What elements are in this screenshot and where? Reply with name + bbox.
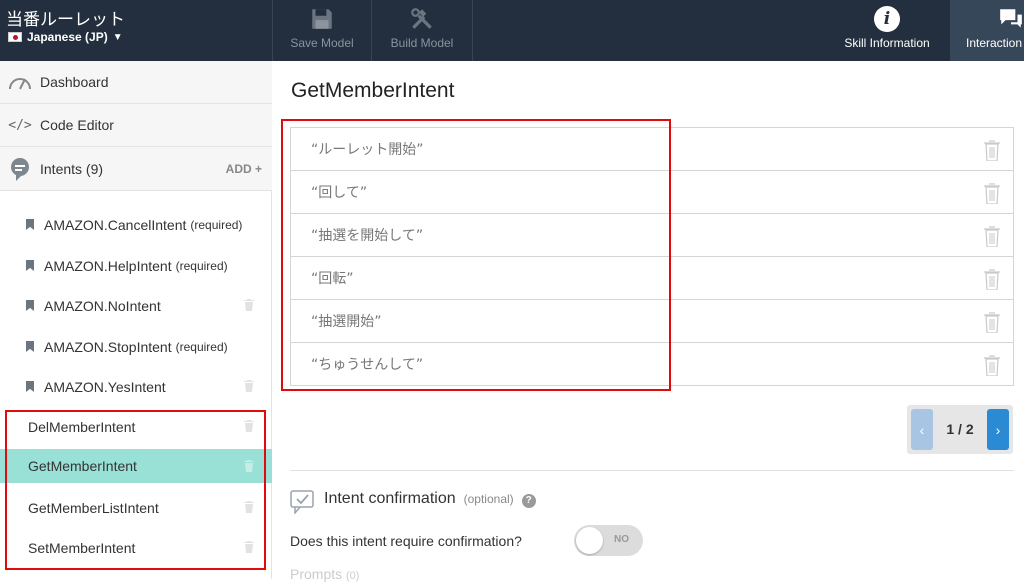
trash-icon[interactable] bbox=[983, 139, 1001, 161]
page-indicator: 1 / 2 bbox=[946, 421, 974, 437]
intent-label: AMAZON.NoIntent bbox=[44, 297, 161, 314]
highlight-box-intents bbox=[5, 410, 266, 570]
intent-label: AMAZON.YesIntent bbox=[44, 378, 166, 395]
japan-flag-icon bbox=[8, 32, 22, 42]
sidebar-item-intent[interactable]: AMAZON.CancelIntent (required) bbox=[0, 206, 272, 243]
sidebar-item-intent[interactable]: AMAZON.YesIntent bbox=[0, 368, 272, 405]
page-title: GetMemberIntent bbox=[291, 79, 455, 102]
save-icon bbox=[312, 9, 332, 29]
skill-information-button[interactable]: i Skill Information bbox=[836, 0, 938, 61]
gauge-icon bbox=[6, 74, 34, 90]
build-model-label: Build Model bbox=[390, 36, 454, 50]
prompts-label: Prompts bbox=[290, 566, 343, 582]
intent-required-tag: (required) bbox=[190, 217, 243, 232]
add-intent-button[interactable]: ADD + bbox=[226, 162, 262, 176]
intent-label: AMAZON.HelpIntent bbox=[44, 257, 172, 274]
app-title: 当番ルーレット bbox=[6, 10, 125, 30]
confirmation-check-icon bbox=[290, 490, 314, 514]
trash-icon[interactable] bbox=[983, 268, 1001, 290]
optional-label: (optional) bbox=[463, 492, 514, 506]
highlight-box-utterances bbox=[281, 119, 671, 391]
bookmark-icon bbox=[26, 341, 34, 352]
speech-head-icon bbox=[6, 157, 34, 181]
sidebar-item-intent[interactable]: AMAZON.HelpIntent (required) bbox=[0, 247, 272, 284]
intent-label: AMAZON.CancelIntent bbox=[44, 216, 187, 233]
pagination: ‹ 1 / 2 › bbox=[907, 405, 1013, 454]
sidebar-item-intent[interactable]: AMAZON.StopIntent (required) bbox=[0, 328, 272, 365]
section-divider bbox=[290, 470, 1014, 471]
top-bar: 当番ルーレット Japanese (JP) ▼ Save Model Build… bbox=[0, 0, 1024, 61]
interaction-button[interactable]: Interaction bbox=[950, 0, 1024, 61]
chevron-down-icon: ▼ bbox=[112, 31, 123, 43]
save-model-label: Save Model bbox=[290, 36, 354, 50]
intent-label: AMAZON.StopIntent bbox=[44, 338, 172, 355]
confirmation-toggle[interactable]: NO bbox=[574, 525, 643, 556]
sidebar-item-label: Code Editor bbox=[40, 117, 114, 133]
sidebar-item-dashboard[interactable]: Dashboard bbox=[0, 61, 272, 104]
sidebar-item-intent[interactable]: AMAZON.NoIntent bbox=[0, 287, 272, 324]
prompts-section-title: Prompts (0) bbox=[290, 566, 359, 582]
sidebar-item-label: Dashboard bbox=[40, 74, 109, 90]
tools-icon bbox=[411, 8, 432, 29]
intent-required-tag: (required) bbox=[175, 339, 228, 354]
bookmark-icon bbox=[26, 219, 34, 230]
locale-label: Japanese (JP) bbox=[27, 30, 108, 44]
toggle-knob bbox=[576, 527, 603, 554]
bookmark-icon bbox=[26, 381, 34, 392]
next-page-button[interactable]: › bbox=[987, 409, 1009, 450]
toggle-label: NO bbox=[614, 534, 629, 545]
intent-confirmation-header: Intent confirmation (optional) ? bbox=[324, 490, 536, 508]
sidebar-item-intents[interactable]: Intents (9) ADD + bbox=[0, 147, 272, 191]
sidebar-item-label: Intents (9) bbox=[40, 160, 104, 177]
build-model-button[interactable]: Build Model bbox=[371, 0, 473, 61]
intent-required-tag: (required) bbox=[175, 258, 228, 273]
trash-icon[interactable] bbox=[244, 380, 254, 392]
interaction-label: Interaction bbox=[966, 36, 1023, 50]
skill-information-label: Skill Information bbox=[844, 36, 930, 50]
confirmation-question: Does this intent require confirmation? bbox=[290, 533, 522, 549]
help-icon[interactable]: ? bbox=[521, 494, 536, 508]
bookmark-icon bbox=[26, 300, 34, 311]
chat-bubbles-icon bbox=[1000, 9, 1022, 28]
trash-icon[interactable] bbox=[244, 299, 254, 311]
code-icon: </> bbox=[8, 117, 32, 133]
bookmark-icon bbox=[26, 260, 34, 271]
trash-icon[interactable] bbox=[983, 354, 1001, 376]
trash-icon[interactable] bbox=[983, 225, 1001, 247]
sidebar-item-code-editor[interactable]: </> Code Editor bbox=[0, 104, 272, 147]
prompts-count: (0) bbox=[346, 570, 360, 582]
trash-icon[interactable] bbox=[983, 311, 1001, 333]
trash-icon[interactable] bbox=[983, 182, 1001, 204]
intent-confirmation-title: Intent confirmation bbox=[324, 490, 456, 507]
prev-page-button[interactable]: ‹ bbox=[911, 409, 933, 450]
save-model-button[interactable]: Save Model bbox=[272, 0, 371, 61]
locale-selector[interactable]: Japanese (JP) ▼ bbox=[8, 30, 123, 44]
info-icon: i bbox=[874, 6, 900, 32]
